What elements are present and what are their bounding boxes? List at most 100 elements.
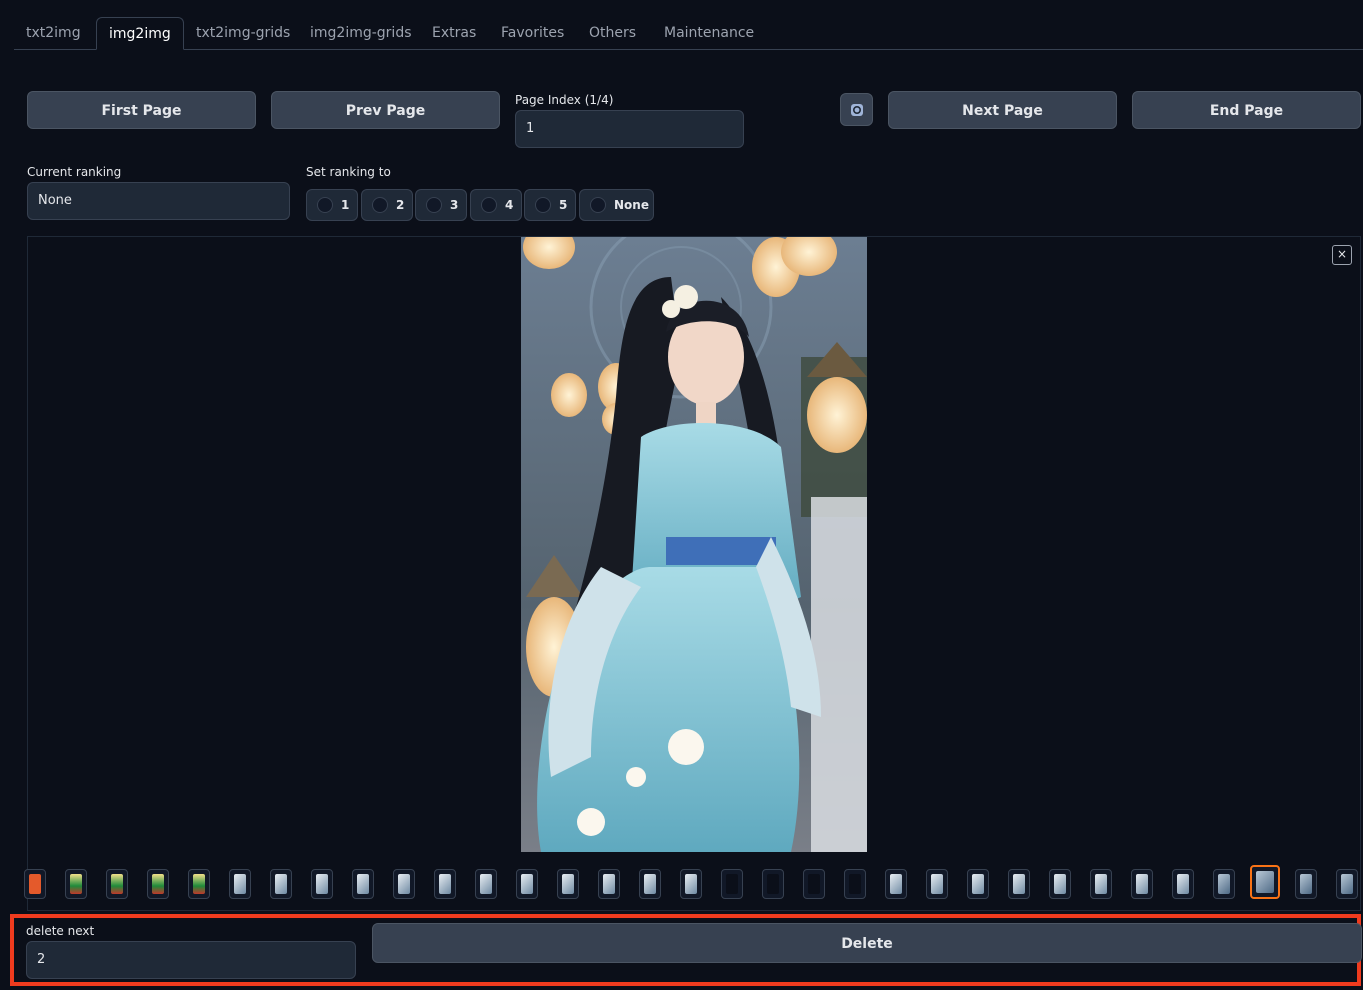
thumbnail-image [1256, 871, 1274, 893]
thumbnail-image [439, 874, 451, 894]
gallery-thumbnail[interactable] [1250, 865, 1280, 899]
thumbnail-image [972, 874, 984, 894]
thumbnail-image [1177, 874, 1189, 894]
tab-maintenance[interactable]: Maintenance [652, 17, 766, 49]
gallery-thumbnail[interactable] [803, 869, 825, 899]
current-ranking-label: Current ranking [27, 165, 122, 179]
tab-txt2img-grids[interactable]: txt2img-grids [184, 17, 302, 49]
ranking-option-label: 4 [505, 198, 514, 212]
gallery-thumbnail[interactable] [844, 869, 866, 899]
gallery-thumbnail[interactable] [147, 869, 169, 899]
delete-button[interactable]: Delete [372, 923, 1362, 963]
radio-circle-icon [481, 197, 497, 213]
tab-img2img[interactable]: img2img [96, 17, 184, 50]
ranking-option-3[interactable]: 3 [415, 189, 467, 221]
ranking-option-none[interactable]: None [579, 189, 654, 221]
gallery-thumbnail[interactable] [762, 869, 784, 899]
gallery-thumbnail[interactable] [639, 869, 661, 899]
gallery-thumbnail[interactable] [311, 869, 333, 899]
radio-circle-icon [317, 197, 333, 213]
page-index-input[interactable]: 1 [515, 110, 744, 148]
gallery-thumbnail[interactable] [680, 869, 702, 899]
thumbnail-image [849, 874, 861, 894]
gallery-thumbnail[interactable] [721, 869, 743, 899]
close-preview-button[interactable]: × [1332, 245, 1352, 265]
gallery-thumbnail[interactable] [24, 869, 46, 899]
gallery-thumbnail[interactable] [475, 869, 497, 899]
tab-extras[interactable]: Extras [420, 17, 488, 49]
gallery-thumbnail[interactable] [434, 869, 456, 899]
gallery-thumbnail[interactable] [1049, 869, 1071, 899]
gallery-thumbnail[interactable] [270, 869, 292, 899]
thumbnail-image [562, 874, 574, 894]
tab-favorites[interactable]: Favorites [489, 17, 576, 49]
gallery-thumbnail[interactable] [1213, 869, 1235, 899]
thumbnail-image [111, 874, 123, 894]
thumbnail-image [70, 874, 82, 894]
prev-page-button[interactable]: Prev Page [271, 91, 500, 129]
thumbnail-image [316, 874, 328, 894]
gallery-thumbnail[interactable] [1295, 869, 1317, 899]
gallery-thumbnail[interactable] [557, 869, 579, 899]
thumbnail-image [767, 874, 779, 894]
delete-panel: delete next 2 Delete [10, 914, 1362, 986]
thumbnail-image [1341, 874, 1353, 894]
refresh-icon [850, 104, 863, 116]
gallery-thumbnail[interactable] [352, 869, 374, 899]
gallery-thumbnail[interactable] [106, 869, 128, 899]
next-page-button[interactable]: Next Page [888, 91, 1117, 129]
ranking-option-5[interactable]: 5 [524, 189, 576, 221]
gallery-thumbnail[interactable] [1090, 869, 1112, 899]
end-page-button[interactable]: End Page [1132, 91, 1361, 129]
gallery-thumbnail[interactable] [1008, 869, 1030, 899]
thumbnail-image [726, 874, 738, 894]
thumbnail-image [1136, 874, 1148, 894]
thumbnail-image [685, 874, 697, 894]
delete-next-label: delete next [26, 924, 95, 938]
current-ranking-value: None [27, 182, 290, 220]
ranking-option-label: 2 [396, 198, 405, 212]
thumbnail-image [1013, 874, 1025, 894]
radio-circle-icon [535, 197, 551, 213]
gallery-thumbnail[interactable] [967, 869, 989, 899]
radio-circle-icon [372, 197, 388, 213]
tab-txt2img[interactable]: txt2img [14, 17, 93, 49]
ranking-option-2[interactable]: 2 [361, 189, 413, 221]
thumbnail-image [1054, 874, 1066, 894]
ranking-option-label: 5 [559, 198, 568, 212]
thumbnail-image [808, 874, 820, 894]
gallery-thumbnail[interactable] [516, 869, 538, 899]
first-page-button[interactable]: First Page [27, 91, 256, 129]
gallery-thumbnail[interactable] [65, 869, 87, 899]
thumbnail-image [398, 874, 410, 894]
thumbnail-image [1095, 874, 1107, 894]
page-index-label: Page Index (1/4) [515, 93, 614, 107]
gallery-thumbnail[interactable] [885, 869, 907, 899]
thumbnail-image [1218, 874, 1230, 894]
ranking-option-label: 1 [341, 198, 350, 212]
radio-circle-icon [590, 197, 606, 213]
preview-image[interactable] [521, 237, 867, 852]
gallery-thumbnail[interactable] [229, 869, 251, 899]
gallery-thumbnail[interactable] [393, 869, 415, 899]
thumbnail-image [603, 874, 615, 894]
ranking-option-1[interactable]: 1 [306, 189, 358, 221]
tab-img2img-grids[interactable]: img2img-grids [298, 17, 424, 49]
gallery-thumbnail[interactable] [1131, 869, 1153, 899]
delete-next-input[interactable]: 2 [26, 941, 356, 979]
gallery-thumbnail[interactable] [1172, 869, 1194, 899]
gallery-thumbnail[interactable] [598, 869, 620, 899]
ranking-option-4[interactable]: 4 [470, 189, 522, 221]
thumbnail-image [931, 874, 943, 894]
radio-circle-icon [426, 197, 442, 213]
thumbnail-strip [24, 864, 1362, 900]
ranking-option-label: None [614, 198, 649, 212]
thumbnail-image [644, 874, 656, 894]
tab-others[interactable]: Others [577, 17, 648, 49]
gallery-thumbnail[interactable] [926, 869, 948, 899]
gallery-thumbnail[interactable] [1336, 869, 1358, 899]
thumbnail-image [275, 874, 287, 894]
gallery-thumbnail[interactable] [188, 869, 210, 899]
refresh-button[interactable] [840, 93, 873, 126]
thumbnail-image [357, 874, 369, 894]
